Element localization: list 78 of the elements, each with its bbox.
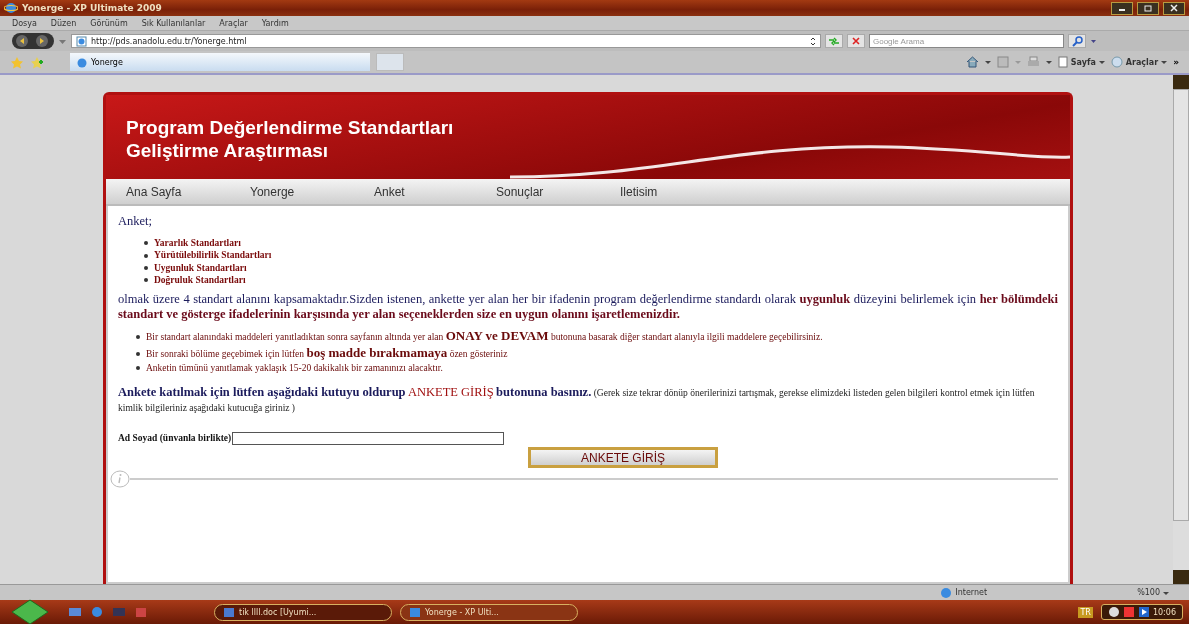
minimize-button[interactable] bbox=[1111, 1, 1133, 15]
bullet-icon bbox=[136, 351, 140, 356]
taskbar-button[interactable]: tik llll.doc [Uyumi... bbox=[214, 603, 392, 621]
globe-icon bbox=[940, 586, 953, 599]
browser-icon[interactable] bbox=[90, 606, 104, 618]
site-title: Geliştirme Araştırması bbox=[126, 140, 329, 161]
bullet-icon bbox=[144, 241, 148, 246]
close-icon bbox=[1170, 4, 1178, 12]
nav-link[interactable]: Iletisim bbox=[620, 184, 744, 199]
menu-item[interactable]: Dosya bbox=[12, 18, 37, 28]
menu-item[interactable]: Yardım bbox=[261, 18, 289, 28]
menu-item[interactable]: Düzen bbox=[50, 18, 77, 28]
back-forward-icon[interactable] bbox=[12, 33, 54, 49]
restore-button[interactable] bbox=[1137, 1, 1159, 15]
close-icon bbox=[851, 36, 861, 46]
search-field[interactable]: Google Arama bbox=[869, 34, 1064, 48]
bullet-icon bbox=[136, 334, 140, 339]
nav-link[interactable]: Yonerge bbox=[250, 184, 374, 199]
refresh-button[interactable] bbox=[825, 34, 843, 48]
stop-button[interactable] bbox=[847, 34, 865, 48]
menu-item[interactable]: Araçlar bbox=[219, 18, 248, 28]
restore-icon bbox=[1144, 4, 1152, 12]
tray-circle-icon[interactable] bbox=[1107, 606, 1120, 618]
standard-item: Doğruluk Standartları bbox=[154, 274, 246, 287]
bullet-icon bbox=[144, 278, 148, 283]
note-item: Bir standart alanındaki maddeleri yanıtladıktan sonra sayfanın altında yer alan ONAY ve DEVAM butonuna basarak diğer standart alanıyla ilgili maddelere geçebilirsiniz. bbox=[146, 328, 823, 346]
search-icon bbox=[1071, 35, 1083, 47]
document-icon bbox=[409, 606, 421, 618]
zoom-level[interactable]: %100 bbox=[1137, 588, 1169, 597]
site-title: Program Değerlendirme Standartları bbox=[126, 117, 454, 138]
scrollbar[interactable] bbox=[1173, 75, 1189, 584]
page-icon bbox=[1057, 56, 1068, 68]
name-input[interactable] bbox=[232, 431, 505, 445]
close-button[interactable] bbox=[1163, 1, 1185, 15]
tools-menu-button[interactable]: Araçlar bbox=[1110, 56, 1168, 68]
intro-text: Anket; bbox=[118, 214, 154, 229]
search-button[interactable] bbox=[1068, 34, 1086, 48]
nav-link[interactable]: Anket bbox=[374, 184, 496, 199]
submit-button[interactable]: ANKETE GİRİŞ bbox=[528, 446, 718, 468]
dropdown-icon[interactable] bbox=[810, 36, 816, 46]
home-icon[interactable] bbox=[965, 56, 979, 68]
caret-icon bbox=[1163, 589, 1169, 596]
standard-item: Uygunluk Standartları bbox=[154, 261, 247, 275]
info-icon bbox=[110, 469, 130, 488]
taskbar-button[interactable]: Yonerge - XP Ulti... bbox=[400, 603, 578, 621]
browser-icon bbox=[4, 2, 18, 14]
address-field[interactable]: http://pds.anadolu.edu.tr/Yonerge.html bbox=[71, 34, 821, 48]
note-item: Anketin tümünü yanıtlamak yaklaşık 15-20 dakikalık bir zamanınızı alacaktır. bbox=[146, 362, 443, 375]
name-label: Ad Soyad (ünvanla birlikte) bbox=[118, 433, 232, 443]
menu-item[interactable]: Sık Kullanılanlar bbox=[141, 18, 206, 28]
caret-icon bbox=[1098, 59, 1105, 65]
clock: 10:06 bbox=[1152, 607, 1176, 617]
nav-link[interactable]: Ana Sayfa bbox=[126, 184, 250, 199]
play-icon[interactable] bbox=[1137, 606, 1150, 618]
page-menu-button[interactable]: Sayfa bbox=[1057, 56, 1105, 68]
globe-icon bbox=[76, 56, 88, 68]
favorites-star-icon[interactable] bbox=[10, 55, 24, 69]
window-title: Yonerge - XP Ultimate 2009 bbox=[22, 3, 162, 13]
caret-icon bbox=[1161, 59, 1168, 65]
standard-item: Yararlık Standartları bbox=[154, 237, 241, 250]
browser-tab[interactable]: Yonerge bbox=[70, 53, 370, 71]
nav-link[interactable]: Sonuçlar bbox=[496, 184, 620, 199]
bullet-icon bbox=[144, 253, 148, 258]
caret-icon[interactable] bbox=[984, 59, 991, 65]
security-zone: Internet bbox=[940, 586, 988, 599]
menu-item[interactable]: Görünüm bbox=[90, 18, 128, 28]
description-paragraph: olmak üzere 4 standart alanını kapsamaktadır.Sizden istenen, ankette yer alan her bir ifadenin program değerlendirme standardı olarak uygunluk düzeyini belirlemek için her bölümdeki standart ve gösterge ifadelerinin karşısında yer alan seçeneklerden size en uygun olanını işaretlemenizdir. bbox=[118, 292, 1058, 323]
tray-app-icon[interactable] bbox=[1122, 606, 1135, 618]
bullet-icon bbox=[136, 366, 140, 371]
document-icon bbox=[223, 606, 235, 618]
more-button[interactable]: » bbox=[1173, 57, 1179, 67]
caret-icon[interactable] bbox=[1045, 59, 1052, 65]
bullet-icon bbox=[144, 265, 148, 270]
page-icon bbox=[76, 35, 87, 47]
standard-item: Yürütülebilirlik Standartları bbox=[154, 249, 272, 262]
instruction-paragraph: Ankete katılmak için lütfen aşağıdaki kutuyu oldurup ANKETE GİRİŞ butonuna basınız. (Gerek size tekrar dönüp önerilerinizi tartışmak, gerekse elimizdeki listeden gelen bilgileri kontrol etmek için lütfen kimlik bilgileriniz aşağıdaki kutucuğa giriniz ) bbox=[118, 384, 1036, 415]
refresh-icon bbox=[828, 36, 840, 46]
note-item: Bir sonraki bölüme geçebimek için lütfen boş madde bırakmamaya özen gösteriniz bbox=[146, 345, 508, 363]
